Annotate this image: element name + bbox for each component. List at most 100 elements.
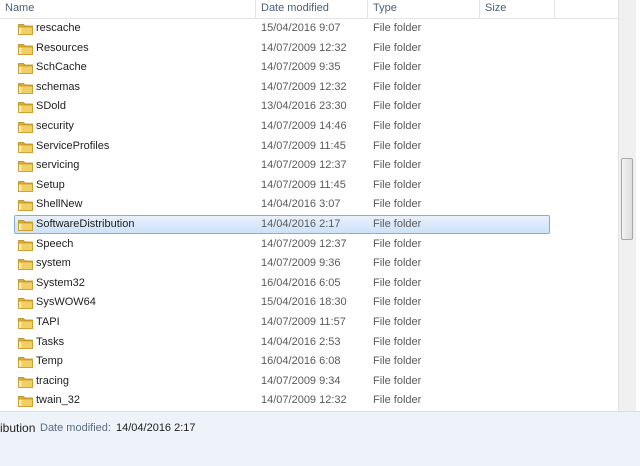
scrollbar-thumb[interactable] <box>621 158 633 240</box>
folder-icon <box>18 278 33 290</box>
file-type: File folder <box>373 22 422 34</box>
column-size-header[interactable]: Size <box>480 0 554 18</box>
date-modified: 14/07/2009 12:32 <box>261 41 347 54</box>
file-type: File folder <box>373 100 422 113</box>
list-item[interactable]: SoftwareDistribution 14/04/2016 2:17 File … <box>0 215 618 235</box>
date-modified: 14/07/2009 9:34 <box>261 374 341 387</box>
folder-icon <box>18 200 33 212</box>
file-name: Setup <box>36 178 65 191</box>
folder-icon <box>18 318 33 329</box>
list-item[interactable]: System32 16/04/2016 6:05 File folder <box>0 274 618 294</box>
list-item[interactable]: system 14/07/2009 9:36 File folder <box>0 254 618 274</box>
file-type: File folder <box>373 374 422 387</box>
file-type: File folder <box>373 276 422 289</box>
file-name: Speech <box>36 237 74 250</box>
file-name: ShellNew <box>36 198 83 211</box>
details-pane: ibution Date modified: 14/04/2016 2:17 <box>0 411 640 466</box>
folder-icon <box>18 239 33 251</box>
file-type: File folder <box>373 120 422 132</box>
list-item[interactable]: twain_32 14/07/2009 12:32 File folder <box>0 391 618 411</box>
list-item[interactable]: schemas 14/07/2009 12:32 File folder <box>0 78 618 98</box>
file-name: security <box>36 120 74 132</box>
list-item[interactable]: security 14/07/2009 14:46 File folder <box>0 117 618 137</box>
file-type: File folder <box>373 394 422 407</box>
folder-icon <box>18 102 33 114</box>
file-name: Resources <box>36 41 89 54</box>
folder-icon <box>18 298 33 310</box>
folder-icon <box>18 180 33 192</box>
list-item[interactable]: SchCache 14/07/2009 9:35 File folder <box>0 58 618 78</box>
list-item[interactable]: ServiceProfiles 14/07/2009 11:45 File fold… <box>0 137 618 157</box>
list-item[interactable]: Setup 14/07/2009 11:45 File folder <box>0 176 618 196</box>
date-modified: 14/04/2016 2:17 <box>261 218 341 230</box>
folder-icon <box>18 122 33 133</box>
date-modified: 14/07/2009 12:32 <box>261 394 347 407</box>
folder-icon <box>18 396 33 408</box>
date-modified: 14/07/2009 11:45 <box>261 178 346 191</box>
file-list: rescache 15/04/2016 9:07 File folder Resour… <box>0 19 618 411</box>
file-name: system <box>36 257 71 270</box>
date-modified: 14/07/2009 14:46 <box>261 120 347 132</box>
folder-icon <box>18 161 33 173</box>
column-type-header[interactable]: Type <box>368 0 479 18</box>
date-modified: 14/07/2009 9:36 <box>261 257 341 270</box>
file-type: File folder <box>373 41 422 54</box>
list-item[interactable]: TAPI 14/07/2009 11:57 File folder <box>0 313 618 333</box>
file-type: File folder <box>373 178 422 191</box>
date-modified: 14/04/2016 3:07 <box>261 198 341 211</box>
file-name: SoftwareDistribution <box>36 218 135 230</box>
column-divider[interactable] <box>554 0 555 18</box>
list-item[interactable]: Temp 16/04/2016 6:08 File folder <box>0 352 618 372</box>
list-item[interactable]: Speech 14/07/2009 12:37 File folder <box>0 235 618 255</box>
date-modified: 13/04/2016 23:30 <box>261 100 347 113</box>
file-name: Temp <box>36 355 63 368</box>
file-type: File folder <box>373 218 422 230</box>
file-name: schemas <box>36 80 81 93</box>
file-name: servicing <box>36 159 80 172</box>
date-modified: 14/07/2009 12:37 <box>261 237 347 250</box>
folder-icon <box>18 259 33 271</box>
file-type: File folder <box>373 335 422 348</box>
file-type: File folder <box>373 198 422 211</box>
file-name: twain_32 <box>36 394 81 407</box>
file-name: Tasks <box>36 335 65 348</box>
file-type: File folder <box>373 296 422 309</box>
folder-icon <box>18 337 33 349</box>
file-type: File folder <box>373 316 422 328</box>
date-modified-value: 14/04/2016 2:17 <box>116 422 196 434</box>
date-modified: 15/04/2016 18:30 <box>261 296 347 309</box>
file-name: ServiceProfiles <box>36 139 110 152</box>
file-name: SDold <box>36 100 66 113</box>
list-item[interactable]: SDold 13/04/2016 23:30 File folder <box>0 97 618 117</box>
list-item[interactable]: tracing 14/07/2009 9:34 File folder <box>0 372 618 392</box>
column-date-header[interactable]: Date modified <box>256 0 367 18</box>
column-name-header[interactable]: Name <box>0 0 255 18</box>
list-item[interactable]: ShellNew 14/04/2016 3:07 File folder <box>0 195 618 215</box>
folder-icon <box>18 141 33 153</box>
list-item[interactable]: rescache 15/04/2016 9:07 File folder <box>0 19 618 39</box>
folder-icon <box>18 376 33 388</box>
selected-item-name: ibution <box>0 421 36 435</box>
folder-icon <box>18 82 33 94</box>
list-item[interactable]: Resources 14/07/2009 12:32 File folder <box>0 39 618 59</box>
file-name: SysWOW64 <box>36 296 96 309</box>
file-type: File folder <box>373 139 422 152</box>
folder-icon <box>18 220 33 231</box>
date-modified: 16/04/2016 6:08 <box>261 355 341 368</box>
list-item[interactable]: servicing 14/07/2009 12:37 File folder <box>0 156 618 176</box>
list-item[interactable]: SysWOW64 15/04/2016 18:30 File folder <box>0 293 618 313</box>
list-item[interactable]: Tasks 14/04/2016 2:53 File folder <box>0 333 618 353</box>
date-modified: 14/07/2009 9:35 <box>261 61 341 74</box>
date-modified: 14/07/2009 11:57 <box>261 316 346 328</box>
file-name: rescache <box>36 22 81 34</box>
file-name: tracing <box>36 374 70 387</box>
folder-icon <box>18 357 33 369</box>
date-modified: 14/07/2009 12:37 <box>261 159 347 172</box>
file-type: File folder <box>373 80 422 93</box>
vertical-scrollbar[interactable] <box>618 0 636 411</box>
folder-icon <box>18 43 33 55</box>
file-name: TAPI <box>36 316 60 328</box>
file-type: File folder <box>373 355 422 368</box>
date-modified-label: Date modified: <box>40 422 111 434</box>
folder-icon <box>18 24 33 35</box>
